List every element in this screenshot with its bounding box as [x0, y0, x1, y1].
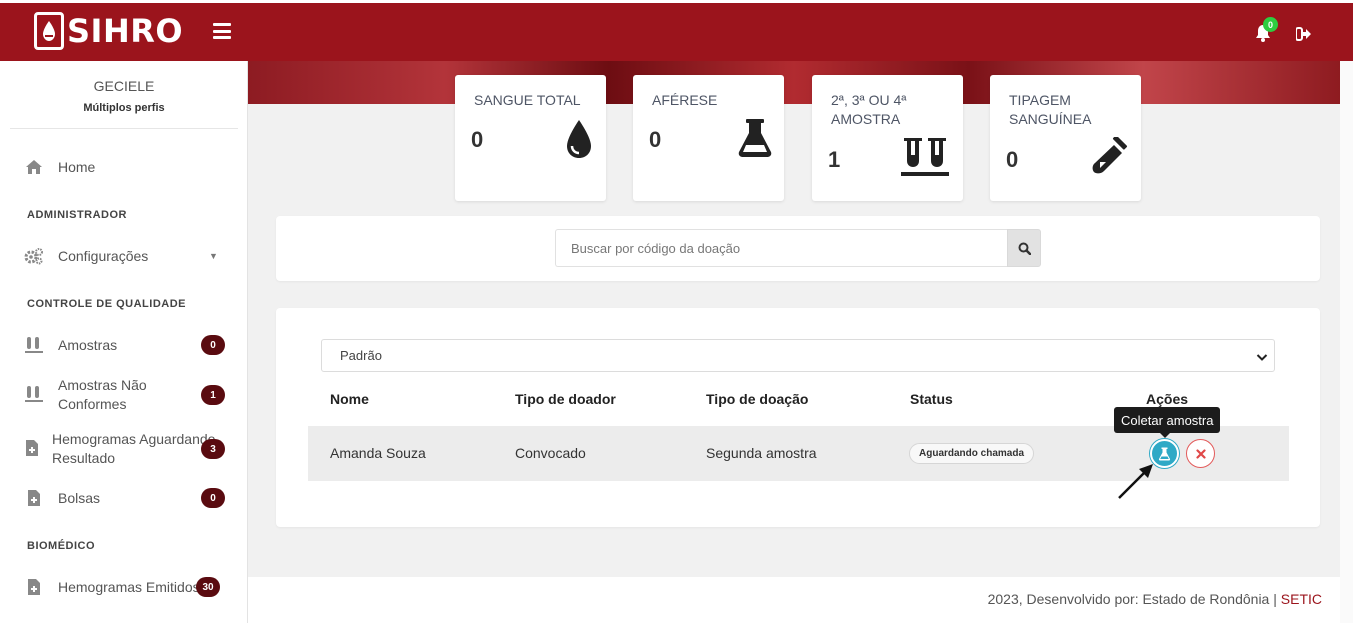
test-tubes-icon — [24, 384, 44, 404]
filter-select-value: Padrão — [340, 348, 382, 363]
card-value: 0 — [471, 127, 484, 152]
stat-card-amostra: 2ª, 3ª OU 4ª AMOSTRA 1 — [812, 75, 963, 201]
cancel-button[interactable] — [1186, 439, 1215, 468]
count-badge: 1 — [201, 385, 225, 405]
count-badge: 3 — [201, 439, 225, 459]
footer-credit: 2023, Desenvolvido por: Estado de Rondôn… — [987, 591, 1281, 607]
sidebar-item-amostras-nao-conformes[interactable]: Amostras Não Conformes 1 — [0, 375, 247, 415]
sidebar-item-hemogramas-aguardando[interactable]: Hemogramas Aguardando Resultado 3 — [0, 429, 247, 469]
card-value: 0 — [649, 127, 662, 152]
count-badge: 30 — [196, 577, 220, 597]
sidebar-item-configuracoes[interactable]: Configurações ▼ — [0, 244, 247, 268]
file-medical-icon — [24, 577, 44, 597]
chevron-down-icon — [1256, 350, 1268, 365]
top-navbar: SIHRO 0 — [0, 0, 1353, 61]
search-button[interactable] — [1007, 229, 1041, 267]
sidebar-item-label: Amostras Não Conformes — [58, 376, 147, 414]
sidebar-item-label: Hemogramas Aguardando Resultado — [52, 430, 215, 468]
status-badge: Aguardando chamada — [909, 443, 1035, 464]
home-icon — [24, 157, 44, 177]
notification-count-badge: 0 — [1263, 17, 1278, 32]
sidebar-item-home[interactable]: Home — [0, 155, 247, 179]
sidebar-item-label: Hemogramas Emitidos — [58, 579, 200, 595]
page-scrollbar[interactable] — [1340, 61, 1353, 623]
card-title: 2ª, 3ª OU 4ª AMOSTRA — [831, 92, 907, 127]
column-header-nome: Nome — [330, 391, 369, 407]
column-header-acoes: Ações — [1146, 391, 1189, 407]
hero-banner — [248, 61, 1340, 104]
card-title: TIPAGEM SANGUÍNEA — [1009, 92, 1092, 127]
close-icon — [1195, 448, 1206, 459]
section-title-quality: CONTROLE DE QUALIDADE — [27, 298, 186, 310]
footer-text: 2023, Desenvolvido por: Estado de Rondôn… — [988, 591, 1322, 607]
divider — [10, 128, 238, 129]
footer-link-setic[interactable]: SETIC — [1281, 591, 1322, 607]
sidebar-item-label: Home — [58, 159, 96, 175]
section-title-biomedical: BIOMÉDICO — [27, 540, 96, 552]
sign-out-icon[interactable] — [1295, 27, 1312, 46]
pointer-arrow-icon — [1115, 460, 1159, 507]
card-value: 0 — [1006, 147, 1019, 172]
cell-tipo-doador: Convocado — [515, 445, 586, 461]
count-badge: 0 — [201, 488, 225, 508]
stat-card-sangue-total: SANGUE TOTAL 0 — [455, 75, 606, 201]
blood-bag-logo-icon — [34, 12, 64, 50]
vial-icon — [1090, 135, 1130, 182]
label-line: Resultado — [52, 450, 116, 466]
card-title: SANGUE TOTAL — [474, 92, 581, 108]
sidebar-item-bolsas[interactable]: Bolsas 0 — [0, 486, 247, 510]
gears-icon — [24, 246, 44, 266]
cell-nome: Amanda Souza — [330, 445, 426, 461]
flask-icon — [737, 118, 773, 163]
search-input[interactable] — [555, 229, 1007, 267]
footer: 2023, Desenvolvido por: Estado de Rondôn… — [248, 577, 1340, 623]
sidebar-item-label: Bolsas — [58, 490, 101, 506]
test-tubes-icon — [900, 137, 950, 182]
sidebar-item-label: Amostras — [58, 337, 118, 353]
column-header-tipo-doacao: Tipo de doação — [706, 391, 809, 407]
user-profile: Múltiplos perfis — [83, 102, 165, 114]
sidebar-item-amostras[interactable]: Amostras 0 — [0, 333, 247, 357]
label-line: Amostras Não — [58, 377, 147, 393]
file-medical-icon — [24, 488, 44, 508]
hamburger-icon[interactable] — [213, 23, 231, 39]
app-logo[interactable]: SIHRO — [34, 11, 183, 51]
stat-card-aferese: AFÉRESE 0 — [633, 75, 784, 201]
user-name: GECIELE — [93, 78, 155, 94]
tint-icon — [565, 119, 593, 164]
section-title-admin: ADMINISTRADOR — [27, 209, 127, 221]
sidebar-item-label: Configurações — [58, 248, 149, 264]
card-value: 1 — [828, 147, 841, 172]
label-line: Conformes — [58, 396, 127, 412]
cell-tipo-doacao: Segunda amostra — [706, 445, 817, 461]
card-title: AFÉRESE — [652, 92, 718, 108]
label-line: Hemogramas Aguardando — [52, 431, 216, 447]
flask-icon — [1158, 447, 1171, 460]
filter-select[interactable]: Padrão — [321, 339, 1275, 372]
file-medical-icon — [22, 438, 42, 458]
column-header-tipo-doador: Tipo de doador — [515, 391, 616, 407]
logo-text: SIHRO — [67, 12, 184, 50]
sidebar-item-hemogramas-emitidos[interactable]: Hemogramas Emitidos 30 — [0, 575, 247, 599]
sidebar: GECIELE Múltiplos perfis Home ADMINISTRA… — [0, 61, 248, 623]
tooltip-arrow — [1160, 433, 1170, 438]
test-tubes-icon — [24, 335, 44, 355]
stat-card-tipagem: TIPAGEM SANGUÍNEA 0 — [990, 75, 1141, 201]
count-badge: 0 — [201, 335, 225, 355]
tooltip-collect-sample: Coletar amostra — [1114, 407, 1221, 433]
caret-down-icon: ▼ — [209, 251, 218, 261]
search-icon — [1018, 242, 1031, 255]
column-header-status: Status — [910, 391, 953, 407]
